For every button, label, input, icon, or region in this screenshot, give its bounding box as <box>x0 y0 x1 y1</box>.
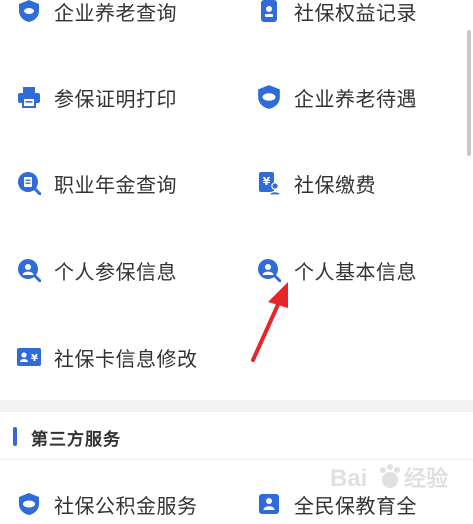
service-enterprise-pension-query[interactable]: 企业养老查询 <box>16 0 177 31</box>
service-label: 社保公积金服务 <box>54 493 198 518</box>
shield-icon <box>256 84 282 110</box>
scrollbar[interactable] <box>467 30 471 156</box>
payment-person-icon: ¥ <box>256 170 282 196</box>
shield-icon <box>16 491 42 517</box>
service-occupational-annuity-query[interactable]: 职业年金查询 <box>16 163 177 203</box>
service-label: 参保证明打印 <box>54 86 177 111</box>
service-social-security-card-modify[interactable]: ¥ 社保卡信息修改 <box>16 337 198 377</box>
service-national-insurance-education[interactable]: 全民保教育全 <box>256 484 417 524</box>
service-label: 社保权益记录 <box>294 0 417 25</box>
shield-check-icon <box>16 0 42 24</box>
service-social-security-payment[interactable]: ¥ 社保缴费 <box>256 163 376 203</box>
service-label: 企业养老查询 <box>54 0 177 25</box>
divider <box>0 459 473 460</box>
service-personal-basic-info[interactable]: 个人基本信息 <box>256 250 417 290</box>
service-insurance-certificate-print[interactable]: 参保证明打印 <box>16 77 177 117</box>
document-search-icon <box>16 170 42 196</box>
service-label: 社保卡信息修改 <box>54 346 198 371</box>
section-title-third-party: 第三方服务 <box>31 430 121 450</box>
person-search-icon <box>16 257 42 283</box>
card-yuan-icon: ¥ <box>16 344 42 370</box>
service-label: 职业年金查询 <box>54 172 177 197</box>
id-badge-icon <box>256 0 282 24</box>
printer-icon <box>16 84 42 110</box>
service-label: 个人参保信息 <box>54 259 177 284</box>
service-social-security-fund[interactable]: 社保公积金服务 <box>16 484 198 524</box>
service-enterprise-pension-benefits[interactable]: 企业养老待遇 <box>256 77 417 117</box>
service-personal-insurance-info[interactable]: 个人参保信息 <box>16 250 177 290</box>
service-label: 个人基本信息 <box>294 259 417 284</box>
person-search-icon <box>256 257 282 283</box>
svg-text:¥: ¥ <box>31 353 38 364</box>
service-label: 全民保教育全 <box>294 493 417 518</box>
section-gap <box>0 400 473 412</box>
service-label: 企业养老待遇 <box>294 86 417 111</box>
svg-text:¥: ¥ <box>263 175 271 188</box>
section-accent-bar <box>13 427 17 446</box>
service-social-security-rights-record[interactable]: 社保权益记录 <box>256 0 417 31</box>
person-card-icon <box>256 491 282 517</box>
service-label: 社保缴费 <box>294 172 376 197</box>
